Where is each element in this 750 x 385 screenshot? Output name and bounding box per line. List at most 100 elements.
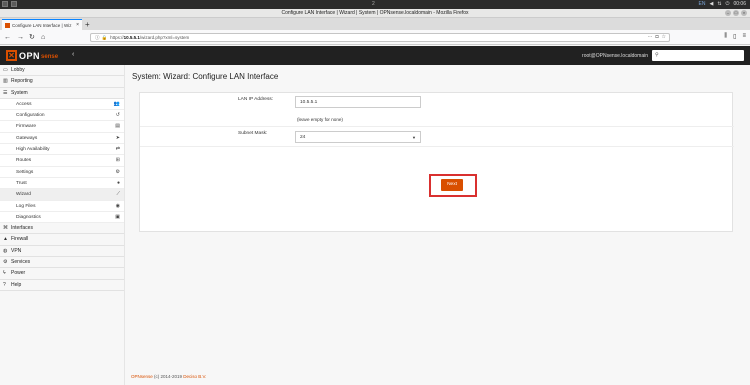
info-icon[interactable]: ⓘ (95, 34, 100, 41)
footer-company-link[interactable]: Deciso B.V. (183, 374, 206, 379)
favicon-icon (5, 22, 10, 28)
sidebar-item-gateways[interactable]: Gateways ➤ (0, 133, 124, 145)
sidebar-item-label: Lobby (11, 67, 25, 73)
question-icon: ? (3, 281, 6, 288)
os-tray: EN ◀ ⇅ ⏻ 00:06 (699, 1, 747, 7)
sidebar-item-wizard[interactable]: Wizard ⟋ (0, 189, 124, 201)
maximize-icon[interactable]: □ (733, 10, 739, 16)
app-launcher-icon[interactable] (11, 1, 17, 7)
sidebar: ▭ Lobby ▥ Reporting ☰ System Access 👥 Co… (0, 65, 125, 385)
map-signs-icon: ⊞ (115, 157, 120, 164)
browser-tab[interactable]: Configure LAN Interface | Wiz × (2, 19, 82, 30)
lang-indicator[interactable]: EN (699, 1, 706, 7)
footer-text: (c) 2014-2019 (152, 374, 184, 379)
search-input[interactable]: ⚲ (652, 50, 744, 61)
forward-icon[interactable]: → (17, 33, 24, 42)
library-icon[interactable]: ⫼ (724, 33, 727, 40)
lock-icon[interactable]: 🔒 (102, 34, 108, 41)
workspace-indicator[interactable]: 2 (372, 1, 375, 7)
sidebar-item-label: Reporting (11, 78, 33, 85)
url-text[interactable]: https://10.5.5.1/wizard.php?xml=system (110, 34, 189, 41)
sidebar-item-diagnostics[interactable]: Diagnostics ▣ (0, 212, 124, 224)
sidebar-item-reporting[interactable]: ▥ Reporting (0, 76, 124, 88)
server-icon: ☰ (3, 89, 8, 96)
back-icon[interactable]: ← (4, 33, 11, 42)
medkit-icon: ▣ (115, 213, 120, 220)
collapse-sidebar-icon[interactable]: ‹ (72, 51, 74, 58)
home-icon[interactable]: ⌂ (41, 33, 45, 42)
sidebar-item-label: Access (16, 101, 32, 107)
user-host-label[interactable]: root@OPNsense.localdomain (582, 53, 648, 59)
page-actions-icon[interactable]: ··· (647, 34, 652, 41)
sidebar-item-system[interactable]: ☰ System (0, 88, 124, 99)
app-header: ✕ OPN sense ‹ root@OPNsense.localdomain … (0, 46, 750, 65)
window-controls: – □ × (725, 10, 747, 16)
subnet-label: Subnet Mask: (238, 131, 268, 136)
sidebar-item-firewall[interactable]: ▲ Firewall (0, 234, 124, 246)
sidebar-item-label: System (11, 89, 28, 96)
sidebar-item-services[interactable]: ⚙ Services (0, 257, 124, 269)
os-app-launchers (2, 1, 17, 7)
lan-ip-field[interactable]: 10.5.5.1 (295, 96, 421, 108)
menu-icon[interactable]: ≡ (742, 33, 746, 40)
sidebar-item-label: Services (11, 259, 31, 266)
laptop-icon: ▭ (3, 67, 8, 73)
sidebar-item-trust[interactable]: Trust ● (0, 178, 124, 190)
sidebar-icon[interactable]: ▯ (733, 33, 736, 40)
sidebar-item-help[interactable]: ? Help (0, 280, 124, 291)
clock: 00:06 (733, 1, 746, 7)
sidebar-item-label: Configuration (16, 113, 45, 119)
network-icon[interactable]: ⇅ (717, 1, 721, 7)
new-tab-button[interactable]: + (85, 20, 90, 29)
history-icon: ↺ (115, 112, 120, 119)
sidebar-item-label: Diagnostics (16, 214, 41, 220)
tab-close-icon[interactable]: × (76, 22, 79, 28)
sidebar-item-label: Power (11, 270, 26, 277)
system-submenu: Access 👥 Configuration ↺ Firmware ▤ Gate… (0, 98, 124, 224)
search-icon: ⚲ (655, 52, 659, 58)
sidebar-item-interfaces[interactable]: ⌘ Interfaces (0, 223, 124, 235)
sidebar-item-lobby[interactable]: ▭ Lobby (0, 65, 124, 77)
sidebar-item-firmware[interactable]: Firmware ▤ (0, 121, 124, 133)
toolbar-right: ⫼ ▯ ≡ (724, 33, 746, 40)
highlight-box (429, 174, 477, 197)
subnet-mask-select[interactable]: 24 ▼ (295, 131, 421, 143)
sidebar-item-label: Routes (16, 158, 32, 164)
cog-icon: ⚙ (3, 259, 8, 266)
sidebar-item-label: Firmware (16, 124, 36, 130)
sidebar-item-label: Settings (16, 169, 34, 175)
sidebar-item-configuration[interactable]: Configuration ↺ (0, 110, 124, 122)
app-launcher-icon[interactable] (2, 1, 8, 7)
sidebar-item-label: Gateways (16, 135, 38, 141)
sidebar-item-vpn[interactable]: ◍ VPN (0, 246, 124, 258)
bookmark-star-icon[interactable]: ☆ (662, 34, 666, 41)
lan-ip-label: LAN IP Address: (238, 97, 274, 102)
power-icon[interactable]: ⏻ (726, 1, 730, 7)
sidebar-item-label: Interfaces (11, 225, 33, 232)
close-icon[interactable]: × (741, 10, 747, 16)
opnsense-logo[interactable]: ✕ OPN sense (6, 50, 58, 61)
sidebar-item-label: Log Files (16, 203, 36, 209)
footer-brand-link[interactable]: OPNsense (131, 374, 153, 379)
volume-icon[interactable]: ◀ (709, 1, 713, 7)
sidebar-item-routes[interactable]: Routes ⊞ (0, 155, 124, 167)
sidebar-item-high-availability[interactable]: High Availability ⇄ (0, 144, 124, 156)
location-icon: ➤ (115, 134, 120, 141)
file-icon: ▤ (115, 123, 120, 130)
reload-icon[interactable]: ↻ (29, 33, 35, 42)
url-bar[interactable]: ⓘ 🔒 https://10.5.5.1/wizard.php?xml=syst… (90, 33, 670, 42)
fire-icon: ▲ (3, 236, 8, 243)
sidebar-item-settings[interactable]: Settings ⚙ (0, 167, 124, 178)
tab-bar: Configure LAN Interface | Wiz × + (0, 18, 750, 30)
footer: OPNsense (c) 2014-2019 Deciso B.V. (131, 374, 206, 379)
sidebar-item-power[interactable]: ϟ Power (0, 268, 124, 280)
window-title-bar: Configure LAN Interface | Wizard | Syste… (0, 9, 750, 18)
pocket-icon[interactable]: ◘ (655, 34, 658, 41)
sidebar-item-label: Help (11, 281, 22, 288)
minimize-icon[interactable]: – (725, 10, 731, 16)
chart-icon: ▥ (3, 78, 8, 85)
certificate-icon: ● (116, 179, 120, 186)
sidebar-item-access[interactable]: Access 👥 (0, 99, 124, 111)
sidebar-item-log-files[interactable]: Log Files ◉ (0, 201, 124, 212)
subnet-row: Subnet Mask: 24 ▼ (140, 127, 734, 147)
